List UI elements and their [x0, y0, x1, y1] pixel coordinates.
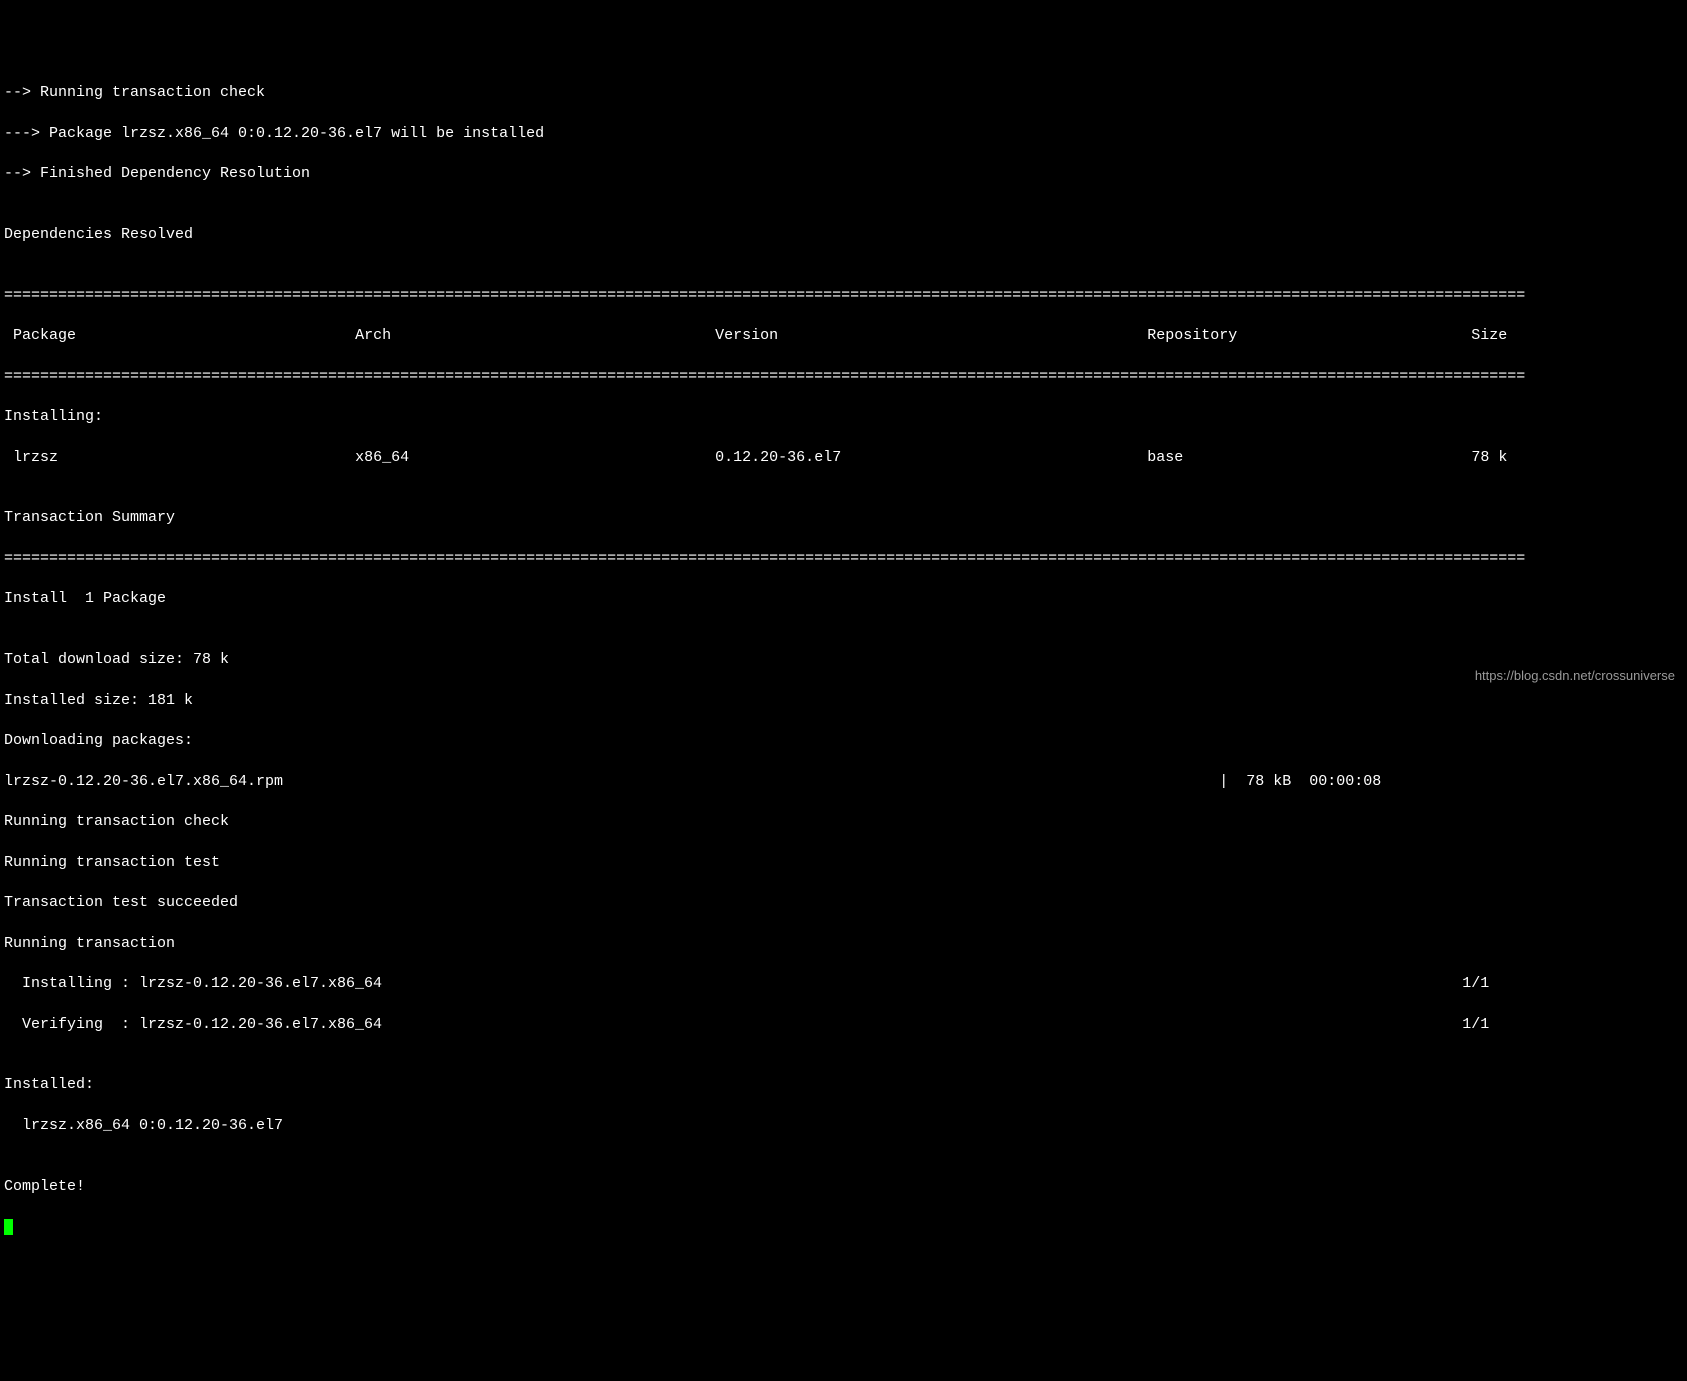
installed-item: lrzsz.x86_64 0:0.12.20-36.el7	[4, 1116, 1683, 1136]
tx-summary-label: Transaction Summary	[4, 508, 1683, 528]
row-spacer	[409, 449, 715, 466]
downloading-label: Downloading packages:	[4, 731, 1683, 751]
prompt-line[interactable]	[4, 1217, 1683, 1237]
installed-size: Installed size: 181 k	[4, 691, 1683, 711]
download-size: 78 kB	[1246, 773, 1291, 790]
tx-check-line: --> Running transaction check	[4, 83, 1683, 103]
col-size-text: Size	[1471, 327, 1507, 344]
col-version-text: Version	[715, 327, 778, 344]
tx-test-succeeded: Transaction test succeeded	[4, 893, 1683, 913]
row-spacer	[1183, 449, 1471, 466]
row-package: lrzsz	[13, 449, 58, 466]
row-size: 78 k	[1471, 449, 1507, 466]
row-repo: base	[1147, 449, 1183, 466]
running-tx-check: Running transaction check	[4, 812, 1683, 832]
verifying-text: Verifying : lrzsz-0.12.20-36.el7.x86_64	[4, 1016, 382, 1033]
running-tx: Running transaction	[4, 934, 1683, 954]
complete-label: Complete!	[4, 1177, 1683, 1197]
col-spacer	[1237, 327, 1471, 344]
total-download: Total download size: 78 k	[4, 650, 1683, 670]
row-spacer	[841, 449, 1147, 466]
download-spacer	[1291, 773, 1309, 790]
cursor-block	[4, 1219, 13, 1235]
rule-top: ========================================…	[4, 286, 1683, 306]
verifying-count: 1/1	[1462, 1016, 1489, 1033]
rule-bottom: ========================================…	[4, 549, 1683, 569]
col-spacer	[778, 327, 1147, 344]
row-version: 0.12.20-36.el7	[715, 449, 841, 466]
package-row: lrzsz x86_64 0.12.20-36.el7 base 78 k	[4, 448, 1683, 468]
download-row: lrzsz-0.12.20-36.el7.x86_64.rpm | 78 kB …	[4, 772, 1683, 792]
download-time: 00:00:08	[1309, 773, 1381, 790]
installing-text: Installing : lrzsz-0.12.20-36.el7.x86_64	[4, 975, 382, 992]
col-package-text: Package	[13, 327, 76, 344]
col-arch-text: Arch	[355, 327, 391, 344]
pkg-will-install-line: ---> Package lrzsz.x86_64 0:0.12.20-36.e…	[4, 124, 1683, 144]
installing-count: 1/1	[1462, 975, 1489, 992]
watermark-text: https://blog.csdn.net/crossuniverse	[1475, 667, 1675, 685]
col-spacer	[76, 327, 355, 344]
verifying-step: Verifying : lrzsz-0.12.20-36.el7.x86_64 …	[4, 1015, 1683, 1035]
running-tx-test: Running transaction test	[4, 853, 1683, 873]
dep-resolution-line: --> Finished Dependency Resolution	[4, 164, 1683, 184]
rule-mid: ========================================…	[4, 367, 1683, 387]
download-spacer	[283, 773, 1219, 790]
row-spacer	[58, 449, 355, 466]
installed-label: Installed:	[4, 1075, 1683, 1095]
installing-step: Installing : lrzsz-0.12.20-36.el7.x86_64…	[4, 974, 1683, 994]
col-package	[4, 327, 13, 344]
install-count: Install 1 Package	[4, 589, 1683, 609]
download-spacer	[1228, 773, 1246, 790]
deps-resolved-label: Dependencies Resolved	[4, 225, 1683, 245]
col-repo-text: Repository	[1147, 327, 1237, 344]
download-sep: |	[1219, 773, 1228, 790]
download-file: lrzsz-0.12.20-36.el7.x86_64.rpm	[4, 773, 283, 790]
table-header-row: Package Arch Version Repository Size	[4, 326, 1683, 346]
step-spacer	[382, 1016, 1462, 1033]
installing-label: Installing:	[4, 407, 1683, 427]
row-indent	[4, 449, 13, 466]
col-spacer	[391, 327, 715, 344]
row-arch: x86_64	[355, 449, 409, 466]
step-spacer	[382, 975, 1462, 992]
